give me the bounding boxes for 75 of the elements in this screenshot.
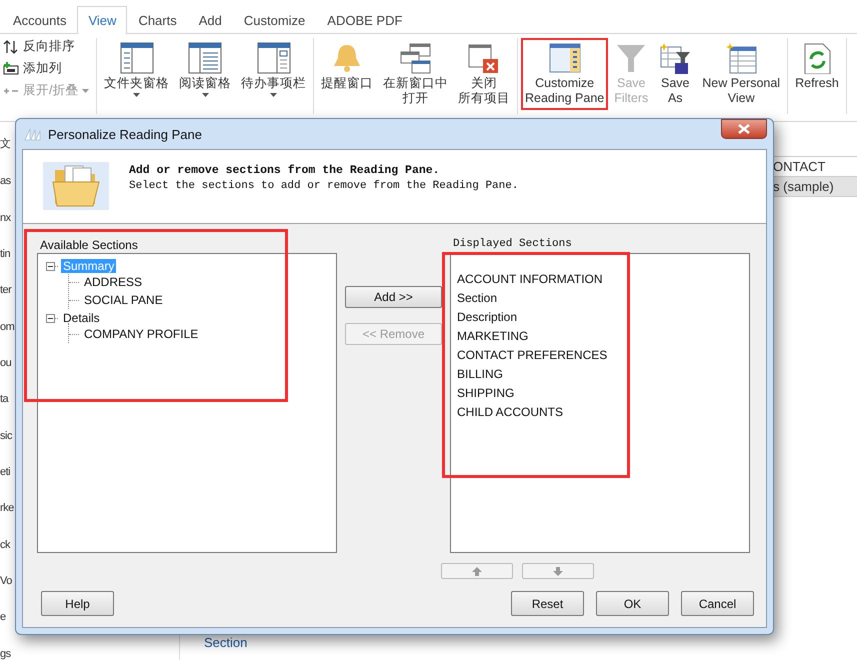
sidebar-item[interactable]: rke [0,502,14,514]
tree-item[interactable]: ADDRESS [82,275,144,289]
ribbon-tab[interactable]: Add [188,6,233,34]
list-item[interactable]: Description [457,310,518,326]
add-column-icon [3,60,19,76]
list-row[interactable]: s (sample) [773,177,857,197]
list-item[interactable]: BILLING [457,367,504,383]
dialog-button[interactable]: OK [596,591,669,616]
list-item[interactable]: ACCOUNT INFORMATION [457,272,603,288]
windows-icon [398,42,432,74]
sidebar-item[interactable]: as [0,175,11,188]
ribbon-button[interactable]: Save As [654,38,696,110]
ribbon-button[interactable]: 阅读窗格 [175,38,235,101]
dialog-button[interactable]: Help [41,591,114,616]
ribbon-tab[interactable]: Customize [232,6,316,34]
tree-item[interactable]: Details [61,311,102,325]
ribbon-button[interactable]: 在新窗口中 打开 [379,38,452,110]
ribbon-button[interactable]: 文件夹窗格 [100,38,173,101]
sort-arrows-icon [3,38,19,54]
new-view-icon [724,42,758,74]
collapse-icon[interactable] [46,262,59,270]
close-button[interactable] [721,119,767,139]
sidebar-item[interactable]: om [0,320,14,333]
sidebar-item[interactable]: ck [0,538,10,551]
sidebar-item[interactable]: tin [0,248,10,260]
sidebar-item[interactable]: ou [0,357,12,370]
ribbon-tab[interactable]: View [77,6,128,34]
section-link[interactable]: Section [204,635,248,650]
ribbon-button[interactable]: 关闭 所有项目 [454,38,514,110]
app-logo-icon [24,127,42,141]
todo-bar-icon [256,42,290,74]
ribbon-button[interactable]: Refresh [791,38,843,95]
sidebar-item[interactable]: 文 [0,136,10,151]
sidebar-item[interactable]: ta [0,393,8,406]
ribbon-button[interactable]: 反向排序 [3,38,75,55]
folder-pane-icon [120,42,154,74]
add-button[interactable]: Add >> [345,286,442,308]
displayed-sections-label: Displayed Sections [452,238,573,252]
ribbon-button[interactable]: 待办事项栏 [237,38,310,101]
list-item[interactable]: SHIPPING [457,386,514,402]
list-item[interactable]: CHILD ACCOUNTS [457,405,564,421]
reading-pane-icon [548,42,582,74]
close-windows-icon [467,42,501,74]
close-icon [738,124,750,134]
down-arrow-icon [553,566,563,576]
sidebar-item[interactable]: Vo [0,575,12,588]
up-arrow-icon [472,566,482,576]
reading-pane-icon [188,42,222,74]
list-item[interactable]: MARKETING [457,329,528,345]
dialog-heading: Add or remove sections from the Reading Pane. [129,164,441,177]
collapse-icon[interactable] [46,314,59,322]
tree-item[interactable]: COMPANY PROFILE [82,327,200,341]
dialog-title: Personalize Reading Pane [48,126,202,142]
dialog-button[interactable]: Reset [511,591,584,616]
sidebar-item[interactable]: eti [0,466,10,478]
sidebar-item[interactable]: nx [0,212,11,224]
folder-icon [43,162,109,210]
dialog-button[interactable]: Cancel [681,591,754,616]
save-view-icon [658,42,692,74]
ribbon-button[interactable]: 提醒窗口 [317,38,377,95]
ribbon-button[interactable]: Customize Reading Pane [521,38,608,110]
sidebar-item[interactable]: e [0,611,6,624]
ribbon-button[interactable]: 添加列 [3,60,62,77]
list-item[interactable]: Section [457,291,498,307]
ribbon-tab[interactable]: Accounts [2,6,78,34]
tree-item[interactable]: SOCIAL PANE [82,293,165,307]
sidebar-item[interactable]: ter [0,284,12,296]
ribbon-button[interactable]: New Personal View [698,38,784,110]
list-item[interactable]: CONTACT PREFERENCES [457,348,608,364]
sidebar-item[interactable]: sic [0,430,12,442]
available-sections-label: Available Sections [39,238,139,253]
dialog-instruction: Select the sections to add or remove from the Reading Pane. [129,180,518,192]
sidebar-item[interactable]: gs [0,648,11,660]
ribbon-tab[interactable]: ADOBE PDF [316,6,414,34]
ribbon-tab[interactable]: Charts [127,6,188,34]
